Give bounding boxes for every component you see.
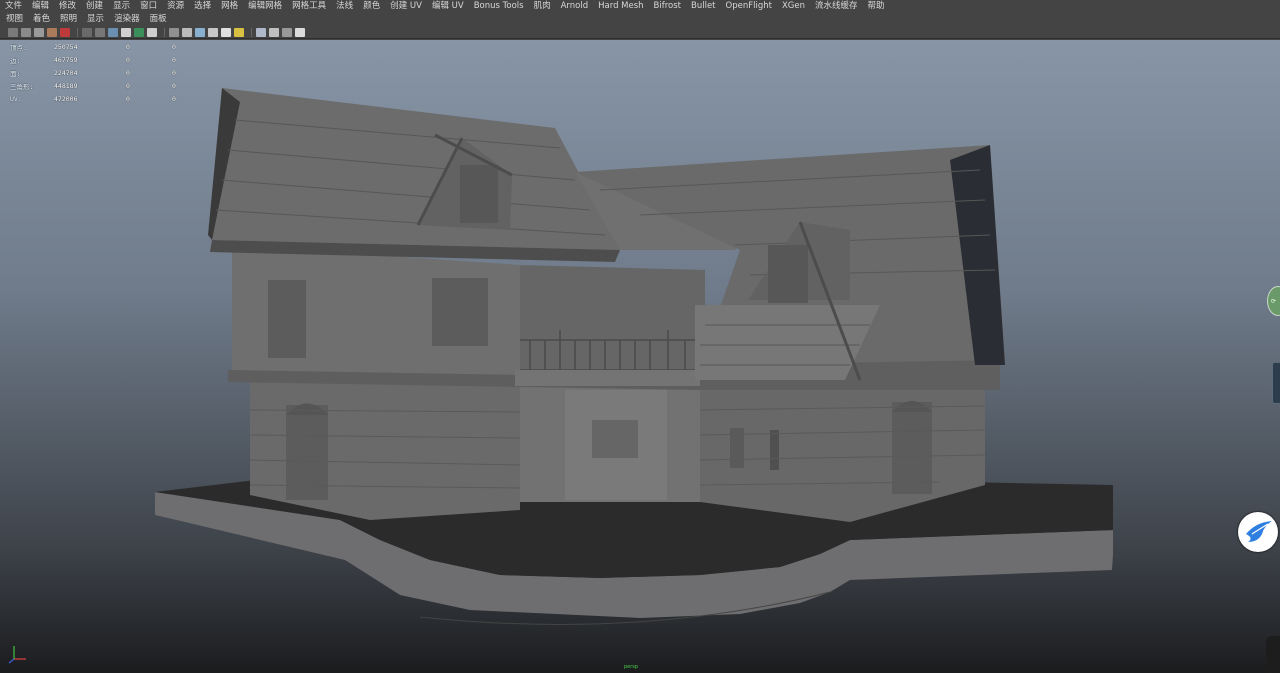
hud-row: UV: 472006 0 0 [10, 93, 192, 106]
hud-label: UV: [10, 95, 22, 104]
menu-item-20[interactable]: Bullet [686, 0, 721, 12]
menu-item-23[interactable]: 流水线缓存 [810, 0, 863, 12]
hud-v1: 472006 [54, 95, 78, 104]
panel-menu-item-3[interactable]: 显示 [81, 13, 108, 25]
floating-bird-widget[interactable] [1238, 512, 1278, 552]
camera-name-label: persp [624, 664, 639, 670]
menu-item-19[interactable]: Bifrost [649, 0, 686, 12]
viewport-toolbar [0, 26, 1280, 39]
camera-icon[interactable] [8, 27, 18, 37]
hud-v3: 0 [172, 82, 176, 91]
hud-v2: 0 [126, 42, 130, 51]
bookmark-icon[interactable] [47, 27, 57, 37]
hud-v3: 0 [172, 55, 176, 64]
hud-label: 顶点: [10, 43, 27, 52]
menu-item-5[interactable]: 窗口 [135, 0, 162, 12]
menu-item-10[interactable]: 网格工具 [287, 0, 331, 12]
menu-item-9[interactable]: 编辑网格 [243, 0, 287, 12]
menu-item-12[interactable]: 颜色 [358, 0, 385, 12]
hud-v1: 467759 [54, 55, 78, 64]
lock-camera-icon[interactable] [21, 27, 31, 37]
menu-item-0[interactable]: 文件 [0, 0, 27, 12]
smooth-shade-icon[interactable] [121, 27, 131, 37]
hud-row: 三角形: 448189 0 0 [10, 80, 192, 93]
hud-label: 面: [10, 69, 21, 78]
panel-menu-item-2[interactable]: 照明 [54, 13, 81, 25]
xray-joints-icon[interactable] [234, 27, 244, 37]
hud-v2: 0 [126, 82, 130, 91]
hud-v1: 250754 [54, 42, 78, 51]
toolbar-separator [251, 27, 252, 37]
textured-icon[interactable] [134, 27, 144, 37]
gate-icon[interactable] [282, 27, 292, 37]
resolution-icon[interactable] [295, 27, 305, 37]
bird-icon [1240, 514, 1276, 550]
menu-item-16[interactable]: 肌肉 [529, 0, 556, 12]
corner-panel-handle[interactable] [1266, 636, 1280, 673]
menu-item-6[interactable]: 资源 [162, 0, 189, 12]
film-gate-icon[interactable] [34, 27, 44, 37]
grid-icon[interactable] [95, 27, 105, 37]
aa-icon[interactable] [195, 27, 205, 37]
panel-menu-item-4[interactable]: 渲染器 [108, 13, 144, 25]
hud-label: 边: [10, 56, 21, 65]
menu-item-3[interactable]: 创建 [81, 0, 108, 12]
menu-item-21[interactable]: OpenFlight [721, 0, 777, 12]
backface-icon[interactable] [256, 27, 266, 37]
axis-gizmo-icon [8, 646, 26, 664]
menu-item-18[interactable]: Hard Mesh [593, 0, 648, 12]
image-plane-icon[interactable] [60, 27, 70, 37]
menu-item-8[interactable]: 网格 [216, 0, 243, 12]
menu-item-11[interactable]: 法线 [331, 0, 358, 12]
side-scroll-handle[interactable] [1272, 362, 1280, 404]
hud-v3: 0 [172, 42, 176, 51]
menu-item-17[interactable]: Arnold [556, 0, 594, 12]
menu-item-15[interactable]: Bonus Tools [469, 0, 529, 12]
menu-item-13[interactable]: 创建 UV [385, 0, 427, 12]
toolbar-separator [77, 27, 78, 37]
3d-viewport[interactable]: 顶点: 250754 0 0 边: 467759 0 0 面: 224704 0 0 三角形: 44818… [0, 40, 1280, 673]
hud-row: 边: 467759 0 0 [10, 53, 192, 66]
isolate-icon[interactable] [208, 27, 218, 37]
panel-menu-bar: 视图 着色 照明 显示 渲染器 面板 [0, 13, 1280, 25]
menu-item-4[interactable]: 显示 [108, 0, 135, 12]
ao-icon[interactable] [182, 27, 192, 37]
maya-window: 文件 编辑 修改 创建 显示 窗口 资源 选择 网格 编辑网格 网格工具 法线 颜色 创建 UV 编辑 UV… [0, 0, 1280, 673]
hud-row: 面: 224704 0 0 [10, 66, 192, 79]
menu-item-22[interactable]: XGen [777, 0, 810, 12]
hud-label: 三角形: [10, 83, 34, 92]
toolbar-separator [164, 27, 165, 37]
frame-icon[interactable] [82, 27, 92, 37]
menu-item-7[interactable]: 选择 [189, 0, 216, 12]
xray-icon[interactable] [221, 27, 231, 37]
menu-item-2[interactable]: 修改 [54, 0, 81, 12]
scene-render [155, 88, 1113, 625]
menu-item-1[interactable]: 编辑 [27, 0, 54, 12]
panel-menu-item-5[interactable]: 面板 [144, 13, 171, 25]
shadows-icon[interactable] [169, 27, 179, 37]
main-menu-bar: 文件 编辑 修改 创建 显示 窗口 资源 选择 网格 编辑网格 网格工具 法线 颜色 创建 UV 编辑 UV… [0, 0, 1280, 12]
wireframe-icon[interactable] [108, 27, 118, 37]
hud-v2: 0 [126, 95, 130, 104]
subdiv-icon[interactable] [269, 27, 279, 37]
hud-v1: 448189 [54, 82, 78, 91]
hud-row: 顶点: 250754 0 0 [10, 40, 192, 53]
hud-v2: 0 [126, 68, 130, 77]
menu-item-14[interactable]: 编辑 UV [427, 0, 469, 12]
panel-menu-item-0[interactable]: 视图 [0, 13, 27, 25]
ground-floor-walls [249, 380, 986, 522]
lights-icon[interactable] [147, 27, 157, 37]
menu-item-24[interactable]: 帮助 [863, 0, 890, 12]
hud-v3: 0 [172, 95, 176, 104]
poly-count-hud: 顶点: 250754 0 0 边: 467759 0 0 面: 224704 0 0 三角形: 44818… [10, 40, 192, 106]
panel-menu-item-1[interactable]: 着色 [27, 13, 54, 25]
hud-v3: 0 [172, 68, 176, 77]
hud-v1: 224704 [54, 68, 78, 77]
hud-v2: 0 [126, 55, 130, 64]
